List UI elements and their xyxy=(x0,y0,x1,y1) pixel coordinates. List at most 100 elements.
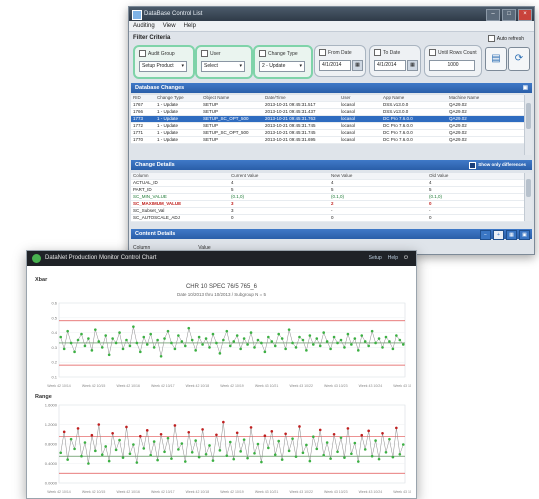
data-point xyxy=(118,331,121,334)
change-type-checkbox[interactable] xyxy=(259,50,266,57)
scrollbar-thumb[interactable] xyxy=(526,103,531,129)
x-tick-label: Week 42 10/17 xyxy=(151,384,175,388)
to-date-input[interactable]: 4/1/2014 xyxy=(374,60,406,71)
rows-count-checkbox[interactable] xyxy=(429,49,436,56)
to-date-checkbox[interactable] xyxy=(374,49,381,56)
column-header[interactable]: Old Value xyxy=(427,173,519,179)
filter-user: User Select ▾ xyxy=(195,45,253,79)
data-point xyxy=(294,455,298,458)
user-select[interactable]: Select ▾ xyxy=(201,61,245,72)
data-point xyxy=(332,432,336,436)
menu-bar: Auditing View Help xyxy=(129,21,534,32)
column-header[interactable]: User xyxy=(339,95,381,101)
table-cell: 1772 xyxy=(133,123,144,128)
table-row[interactable]: SC_AUTOSCALE_ADJ 0 0 0 xyxy=(131,215,524,222)
table-row[interactable]: 1773 1 - Update SETUP_SC_OPT_500 2013-10-21… xyxy=(131,116,524,123)
data-point xyxy=(149,453,152,457)
data-point xyxy=(329,457,332,460)
column-header[interactable]: Column xyxy=(131,173,229,179)
data-point xyxy=(128,452,132,456)
user-checkbox[interactable] xyxy=(201,50,208,57)
auto-refresh-checkbox[interactable] xyxy=(487,35,495,42)
from-date-checkbox[interactable] xyxy=(319,49,326,56)
minimize-button[interactable]: – xyxy=(486,9,500,21)
data-point xyxy=(284,347,287,351)
audit-group-select[interactable]: Setup Product ▾ xyxy=(139,61,187,72)
data-point xyxy=(156,458,159,462)
data-point xyxy=(204,452,208,456)
menu-view[interactable]: View xyxy=(163,21,176,31)
data-point xyxy=(218,352,222,355)
change-type-value: 2 - Update xyxy=(262,63,286,69)
export-icon[interactable]: ▣ xyxy=(523,83,528,93)
column-header[interactable]: Machine Name xyxy=(447,95,499,101)
maximize-button[interactable]: □ xyxy=(502,9,516,21)
data-point xyxy=(360,433,364,437)
table-cell: 0 xyxy=(429,215,432,220)
refresh-button[interactable]: ⟳ xyxy=(508,47,530,71)
column-header[interactable]: App Name xyxy=(381,95,447,101)
y-tick-label: 0.8000 xyxy=(45,442,58,447)
column-header[interactable]: Object Name xyxy=(201,95,263,101)
data-point xyxy=(322,331,325,334)
export-button[interactable]: ▣ xyxy=(519,230,530,240)
table-cell: DC Pro 7.6.0.0 xyxy=(383,137,413,142)
data-point xyxy=(132,443,135,446)
menu-help[interactable]: Help xyxy=(184,21,196,31)
y-tick-label: 0.4000 xyxy=(45,461,58,466)
filter-from-date: From Date 4/1/2014 ▦ xyxy=(314,45,366,77)
table-row[interactable]: SC_MIN_VALUE (0.1,0) (0.1,0) (0.1,0) xyxy=(131,194,524,201)
data-point xyxy=(87,462,90,465)
data-point xyxy=(305,349,308,352)
data-point xyxy=(69,437,73,441)
table-row[interactable]: PART_ID 5 5 5 xyxy=(131,187,524,194)
x-tick-label: Week 43 10/25 xyxy=(393,384,411,388)
table-row[interactable]: 1767 1 - Update SETUP 2013-10-21 09:45:31.5… xyxy=(131,102,524,109)
x-tick-label: Week 42 10/15 xyxy=(82,384,106,388)
audit-group-checkbox[interactable] xyxy=(139,50,146,57)
column-header[interactable]: Date/Time xyxy=(263,95,339,101)
close-button[interactable]: × xyxy=(518,9,532,21)
table-row[interactable]: 1770 1 - Update SETUP 2013-10-21 09:45:31.6… xyxy=(131,137,524,144)
show-differences-checkbox[interactable] xyxy=(469,161,477,169)
rows-count-input[interactable]: 1000 xyxy=(429,60,475,71)
column-header[interactable]: Current Value xyxy=(229,173,329,179)
data-point xyxy=(294,346,298,349)
data-point xyxy=(170,341,173,345)
data-point xyxy=(149,332,152,336)
table-cell: 1767 xyxy=(133,102,144,107)
from-date-input[interactable]: 4/1/2014 xyxy=(319,60,351,71)
auto-refresh-toggle[interactable]: Auto refresh xyxy=(487,35,524,42)
change-type-select[interactable]: 2 - Update ▾ xyxy=(259,61,305,72)
grid-button[interactable]: ▦ xyxy=(506,230,517,240)
chart-button[interactable]: ▤ xyxy=(485,47,507,71)
setup-link[interactable]: Setup xyxy=(369,253,382,264)
remove-button[interactable]: − xyxy=(480,230,491,240)
help-link[interactable]: Help xyxy=(388,253,398,264)
data-point xyxy=(270,430,274,433)
column-header[interactable]: New Value xyxy=(329,173,427,179)
database-changes-scrollbar[interactable] xyxy=(524,95,532,155)
calendar-icon[interactable]: ▦ xyxy=(352,60,363,71)
scrollbar-thumb[interactable] xyxy=(526,179,531,197)
menu-auditing[interactable]: Auditing xyxy=(133,21,155,31)
table-row[interactable]: ACTUAL_ID 4 4 4 xyxy=(131,180,524,187)
data-point xyxy=(308,459,312,463)
show-only-differences-toggle[interactable]: Show only differences xyxy=(469,160,526,170)
y-tick-label: 0.3 xyxy=(51,345,57,350)
table-row[interactable]: SC_MAXIMUM_VALUE 3 2 0 xyxy=(131,201,524,208)
power-icon[interactable]: ⏻ xyxy=(404,253,408,264)
table-cell: 1766 xyxy=(133,109,144,114)
table-row[interactable]: 1766 1 - Update SETUP 2013-10-21 09:45:31.4… xyxy=(131,109,524,116)
table-row[interactable]: 1771 1 - Update SETUP_SC_OPT_500 2013-10-21… xyxy=(131,130,524,137)
calendar-icon[interactable]: ▦ xyxy=(407,60,418,71)
add-button[interactable]: + xyxy=(493,230,504,240)
data-point xyxy=(305,443,308,447)
column-header[interactable]: Change Type xyxy=(155,95,201,101)
table-row[interactable]: 1772 1 - Update SETUP 2013-10-21 09:45:31.7… xyxy=(131,123,524,130)
data-point xyxy=(218,449,222,452)
column-header[interactable]: RID xyxy=(131,95,155,101)
table-cell: 2013-10-21 09:45:31.437 xyxy=(265,109,316,114)
table-row[interactable]: SC_Subset_Val 3 - - xyxy=(131,208,524,215)
change-details-scrollbar[interactable] xyxy=(524,173,532,221)
